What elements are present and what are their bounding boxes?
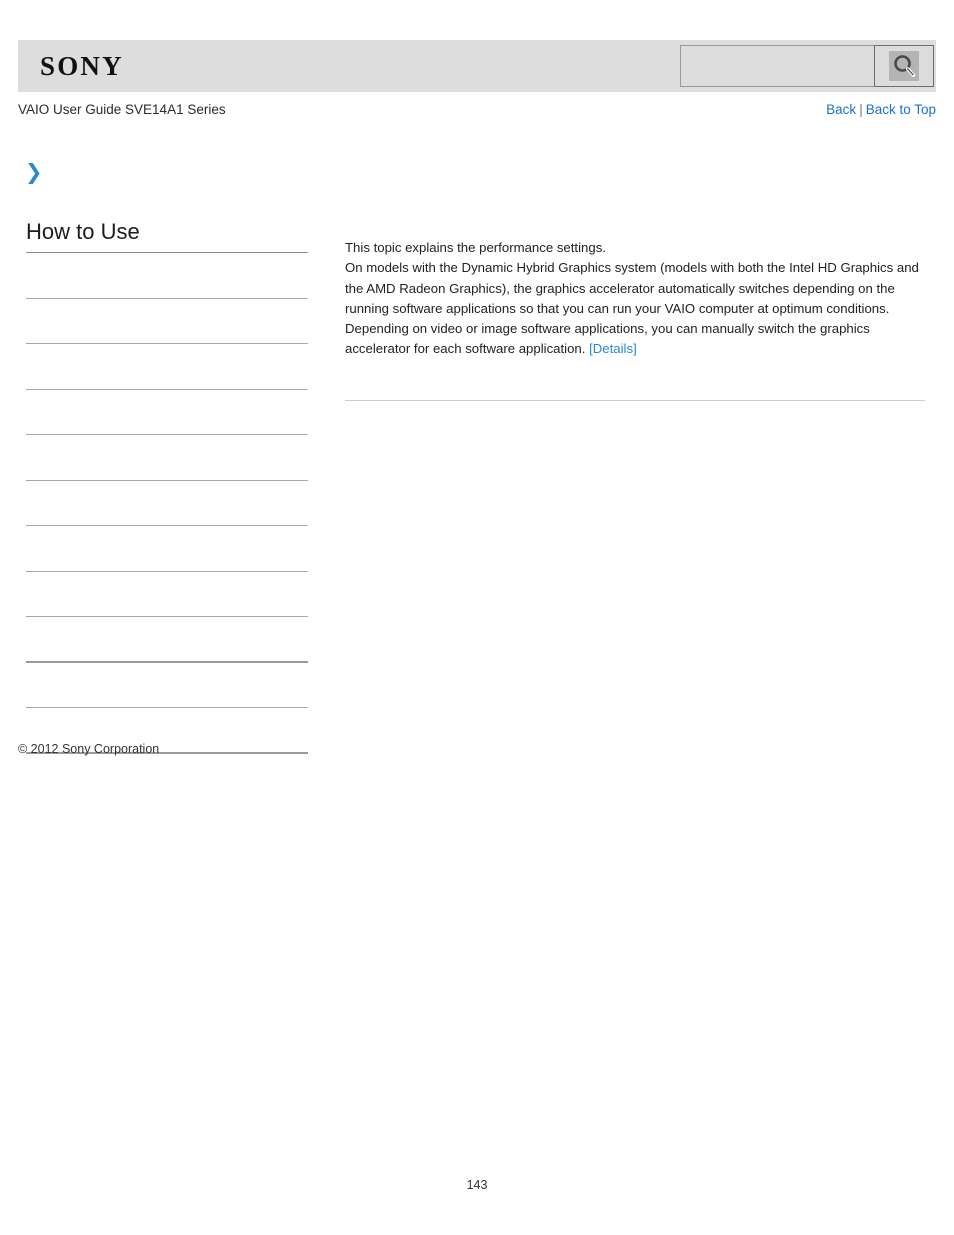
details-link[interactable]: [Details]: [589, 341, 637, 356]
site-header-bar: SONY: [18, 40, 936, 92]
page-title: VAIO User Guide SVE14A1 Series: [18, 102, 226, 117]
search-icon: [889, 51, 919, 81]
copyright-notice: © 2012 Sony Corporation: [18, 742, 160, 756]
sidebar-item[interactable]: [26, 390, 308, 435]
back-link[interactable]: Back: [826, 102, 856, 117]
nav-separator: |: [859, 102, 863, 117]
sidebar-heading: How to Use: [26, 218, 308, 253]
main-content: This topic explains the performance sett…: [345, 238, 925, 360]
sidebar-item[interactable]: [26, 299, 308, 344]
search-input[interactable]: [680, 45, 874, 87]
sony-logo: SONY: [40, 51, 124, 81]
sidebar-item[interactable]: [26, 572, 308, 617]
content-divider: [345, 400, 925, 401]
sidebar: How to Use: [26, 218, 308, 754]
page-number: 143: [466, 1178, 488, 1192]
sidebar-item[interactable]: [26, 481, 308, 526]
content-paragraph-1: This topic explains the performance sett…: [345, 240, 606, 255]
sidebar-item[interactable]: [26, 344, 308, 390]
sidebar-item[interactable]: [26, 435, 308, 481]
sidebar-item[interactable]: [26, 663, 308, 708]
header-nav-links: Back | Back to Top: [826, 100, 936, 120]
sidebar-item[interactable]: [26, 526, 308, 572]
chevron-right-icon[interactable]: ❯: [25, 161, 45, 183]
subheader: VAIO User Guide SVE14A1 Series Back | Back…: [18, 100, 936, 122]
search-area: [680, 45, 934, 87]
sidebar-item[interactable]: [26, 617, 308, 663]
back-to-top-link[interactable]: Back to Top: [866, 102, 936, 117]
search-button[interactable]: [874, 45, 934, 87]
content-paragraph-2: On models with the Dynamic Hybrid Graphi…: [345, 260, 919, 316]
content-paragraph-3: Depending on video or image software app…: [345, 319, 925, 360]
sidebar-item[interactable]: [26, 253, 308, 299]
